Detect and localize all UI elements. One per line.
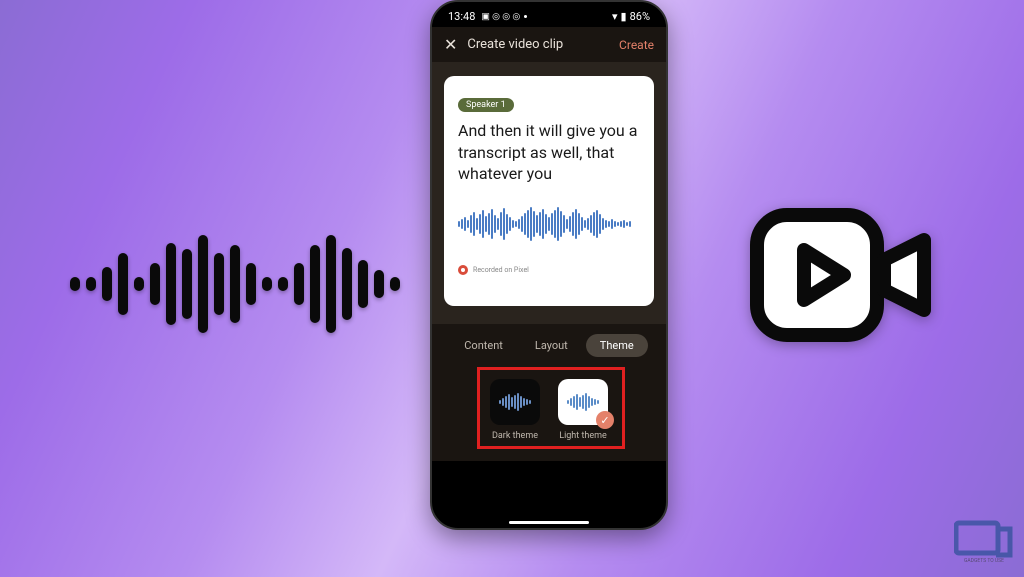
status-time: 13:48 [448, 10, 475, 23]
phone-mockup: 13:48 ▣ ◎ ◎ ◎ ▾ ▮ 86% ✕ Create video cli… [430, 0, 668, 530]
preview-waveform [458, 203, 640, 245]
svg-text:GADGETS TO USE: GADGETS TO USE [964, 558, 1004, 563]
close-icon[interactable]: ✕ [444, 35, 457, 54]
theme-light-preview: ✓ [558, 379, 608, 425]
gesture-bar [509, 521, 589, 524]
tab-layout[interactable]: Layout [521, 334, 582, 357]
page-title: Create video clip [467, 37, 619, 52]
tab-content[interactable]: Content [450, 334, 517, 357]
transcript-text: And then it will give you a transcript a… [458, 120, 640, 185]
theme-dark-preview [490, 379, 540, 425]
preview-area: Speaker 1 And then it will give you a tr… [432, 62, 666, 324]
decorative-waveform-left [70, 235, 400, 333]
recorded-label: Recorded on Pixel [458, 265, 640, 275]
theme-option-light[interactable]: ✓ Light theme [558, 379, 608, 441]
record-icon [458, 265, 468, 275]
preview-card: Speaker 1 And then it will give you a tr… [444, 76, 654, 306]
speaker-badge: Speaker 1 [458, 98, 514, 112]
tabs-row: Content Layout Theme [432, 324, 666, 369]
battery-percent: 86% [630, 10, 650, 23]
theme-options: Dark theme ✓ Light theme [432, 369, 666, 461]
status-bar: 13:48 ▣ ◎ ◎ ◎ ▾ ▮ 86% [432, 2, 666, 27]
theme-dark-label: Dark theme [492, 431, 538, 441]
create-button[interactable]: Create [619, 38, 654, 52]
app-header: ✕ Create video clip Create [432, 27, 666, 62]
theme-option-dark[interactable]: Dark theme [490, 379, 540, 441]
tab-theme[interactable]: Theme [586, 334, 648, 357]
theme-light-label: Light theme [559, 431, 607, 441]
wifi-icon: ▾ [612, 10, 618, 23]
decorative-video-icon [749, 200, 934, 354]
gtu-logo: GADGETS TO USE [954, 515, 1014, 567]
check-icon: ✓ [596, 411, 614, 429]
battery-icon: ▮ [621, 10, 627, 23]
